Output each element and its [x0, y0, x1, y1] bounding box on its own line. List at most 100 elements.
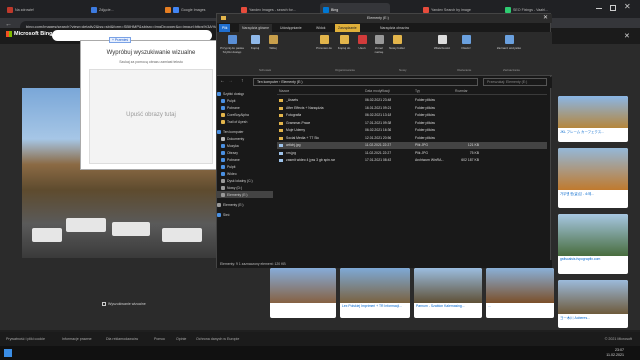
- close-icon[interactable]: ✕: [624, 2, 631, 11]
- file-row[interactable]: After Effects + Narzędzia 16.01.2021 09:2…: [277, 105, 547, 112]
- car-image: [162, 228, 202, 242]
- file-row[interactable]: Social Media + TT Sto 12.01.2021 20:56 Fol…: [277, 135, 547, 142]
- tree-item[interactable]: Sieć: [217, 211, 273, 218]
- ribbon-tab-home[interactable]: Narzędzia główne: [239, 24, 272, 32]
- footer-link[interactable]: Ochrona danych w Europie: [196, 337, 239, 341]
- open-button[interactable]: Otwórz: [457, 35, 475, 50]
- rename-button[interactable]: Zmień nazwę: [371, 35, 387, 54]
- file-name: artichj.jpg: [286, 143, 301, 147]
- taskbar: 23:07 11.02.2021: [0, 346, 640, 360]
- result-thumbnail[interactable]: Parnum - Szablon Kalemasing...: [414, 268, 482, 318]
- file-explorer-window: Elementy (E:) ✕ Plik Narzędzia główne Ud…: [216, 13, 552, 268]
- file-date: 12.01.2021 20:56: [365, 135, 392, 140]
- result-thumbnail[interactable]: gsfiscalsis.fspograpfix.com: [558, 214, 628, 274]
- tree-item[interactable]: Ten komputer: [217, 128, 273, 135]
- folder-icon: [221, 112, 225, 117]
- column-header-date[interactable]: Data modyfikacji: [365, 89, 390, 93]
- ribbon-tab-manage[interactable]: Zarządzanie: [335, 24, 360, 32]
- up-icon[interactable]: ↑: [241, 78, 244, 84]
- windows-start-icon[interactable]: [4, 349, 12, 357]
- file-row[interactable]: zasmit wideo 4 jyss 3 gb spin.rar 17.01.2…: [277, 157, 547, 164]
- copy-button[interactable]: Kopiuj: [247, 35, 263, 50]
- paste-button[interactable]: Wklej: [265, 35, 281, 50]
- file-row[interactable]: Grammar-Prace 17.01.2021 09:38 Folder plik…: [277, 120, 547, 127]
- tree-item[interactable]: Wideo: [217, 170, 273, 177]
- delete-icon: [357, 35, 367, 44]
- column-header-type[interactable]: Typ: [415, 89, 420, 93]
- tree-item[interactable]: Trail of Ayesh: [217, 118, 273, 125]
- file-row[interactable]: _Assets 06.02.2021 23:48 Folder plików: [277, 97, 547, 104]
- footer-link[interactable]: Informacje prawne: [62, 337, 92, 341]
- column-header-name[interactable]: Nazwa: [279, 89, 289, 93]
- close-icon[interactable]: ✕: [624, 32, 630, 40]
- tree-item[interactable]: Pobrane: [217, 156, 273, 163]
- tree-item[interactable]: CoreBoyAlpha: [217, 111, 273, 118]
- result-thumbnail[interactable]: [270, 268, 336, 318]
- result-thumbnail[interactable]: ヨー木川 Aoberes...: [558, 280, 628, 328]
- drive-icon: [221, 178, 225, 183]
- image-drop-zone[interactable]: Upuść obrazy tutaj: [89, 69, 213, 164]
- select-all-button[interactable]: Zaznacz wszystko: [489, 35, 529, 50]
- open-icon: [461, 35, 471, 44]
- ribbon-group-label: Organizowanie: [335, 68, 356, 72]
- result-thumbnail[interactable]: Lex Polskiej Imprimeri + TR Informacji..…: [340, 268, 410, 318]
- tree-item[interactable]: Pulpit: [217, 97, 273, 104]
- footer-link[interactable]: Pomoc: [154, 337, 165, 341]
- microsoft-logo-icon: [6, 31, 12, 37]
- tab-favicon-icon: [173, 7, 179, 13]
- footer-link[interactable]: Prywatność i pliki cookie: [6, 337, 45, 341]
- minimize-icon[interactable]: [596, 8, 602, 9]
- result-thumbnail[interactable]: 가우엔 한(글)임 - 소제...: [558, 148, 628, 208]
- footer-link[interactable]: Dla reklamodawców: [106, 337, 138, 341]
- path-bar[interactable]: Ten komputer › Elementy (E:): [253, 78, 478, 86]
- browser-tab[interactable]: Zdjęcie...: [88, 3, 158, 17]
- pin-quick-access-button[interactable]: Przypnij do paska Szybki dostęp: [220, 35, 244, 54]
- bing-logo[interactable]: Microsoft Bing: [6, 31, 53, 37]
- back-icon[interactable]: ←: [5, 21, 12, 28]
- close-icon[interactable]: ✕: [543, 14, 548, 21]
- ribbon-tab-view[interactable]: Widok: [313, 24, 328, 32]
- footer-link[interactable]: Opinie: [176, 337, 186, 341]
- file-row[interactable]: Fotografia 06.02.2021 13:18 Folder plików: [277, 112, 547, 119]
- tree-item[interactable]: Pulpit: [217, 163, 273, 170]
- tree-item[interactable]: Elementy (E:): [217, 201, 273, 208]
- file-type: Folder plików: [415, 105, 435, 110]
- column-header-size[interactable]: Rozmiar: [455, 89, 468, 93]
- back-icon[interactable]: ←: [220, 78, 225, 84]
- file-list: Nazwa Data modyfikacji Typ Rozmiar _Asse…: [277, 88, 547, 258]
- copy-to-button[interactable]: Kopiuj do: [335, 35, 353, 50]
- delete-button[interactable]: Usuń: [355, 35, 369, 50]
- taskbar-clock[interactable]: 23:07 11.02.2021: [606, 348, 624, 358]
- desktop-icon: [221, 164, 225, 169]
- tree-item-selected[interactable]: Elementy (E:): [217, 191, 273, 198]
- ribbon-tab-share[interactable]: Udostępnianie: [277, 24, 305, 32]
- forward-icon[interactable]: →: [228, 78, 233, 84]
- tree-item[interactable]: Dokumenty: [217, 135, 273, 142]
- browser-tab[interactable]: Na zdrowie!: [4, 3, 84, 17]
- file-row[interactable]: Muje Udemy 06.02.2021 16:36 Folder plików: [277, 127, 547, 134]
- maximize-icon[interactable]: [610, 5, 616, 11]
- move-to-button[interactable]: Przenieś do: [315, 35, 333, 50]
- folder-icon: [221, 119, 225, 124]
- tree-item[interactable]: Muzyka: [217, 142, 273, 149]
- folder-icon: [279, 136, 283, 140]
- file-row[interactable]: artichj.jpg 11.02.2021 22:27 Plik JPG 121 K…: [277, 142, 547, 149]
- result-thumbnail[interactable]: JKL フレーム カーフェクス...: [558, 96, 628, 142]
- tree-item[interactable]: Nowy (D:): [217, 184, 273, 191]
- explorer-search-input[interactable]: Przeszukaj: Elementy (E:): [483, 78, 547, 86]
- ribbon-tab-picture-tools[interactable]: Narzędzia obrazów: [377, 24, 412, 32]
- result-thumbnail[interactable]: ...: [486, 268, 554, 318]
- ribbon-tab-file[interactable]: Plik: [219, 24, 231, 32]
- file-row[interactable]: xm.jpg 11.02.2021 22:27 Plik JPG 75 KB: [277, 150, 547, 157]
- file-type: Folder plików: [415, 120, 435, 125]
- tree-item[interactable]: Obrazy: [217, 149, 273, 156]
- tree-item[interactable]: Pobrane: [217, 104, 273, 111]
- properties-button[interactable]: Właściwości: [431, 35, 453, 50]
- tree-item[interactable]: Szybki dostęp: [217, 90, 273, 97]
- new-folder-button[interactable]: Nowy folder: [389, 35, 405, 50]
- visual-search-footer[interactable]: Wyszukiwanie wizualne: [102, 302, 146, 306]
- tree-item[interactable]: Dysk lokalny (C:): [217, 177, 273, 184]
- copy-icon: [250, 35, 260, 44]
- file-date: 17.01.2021 09:38: [365, 120, 392, 125]
- visual-search-subtitle: Szukaj za pomocą obrazu zamiast tekstu: [119, 60, 183, 64]
